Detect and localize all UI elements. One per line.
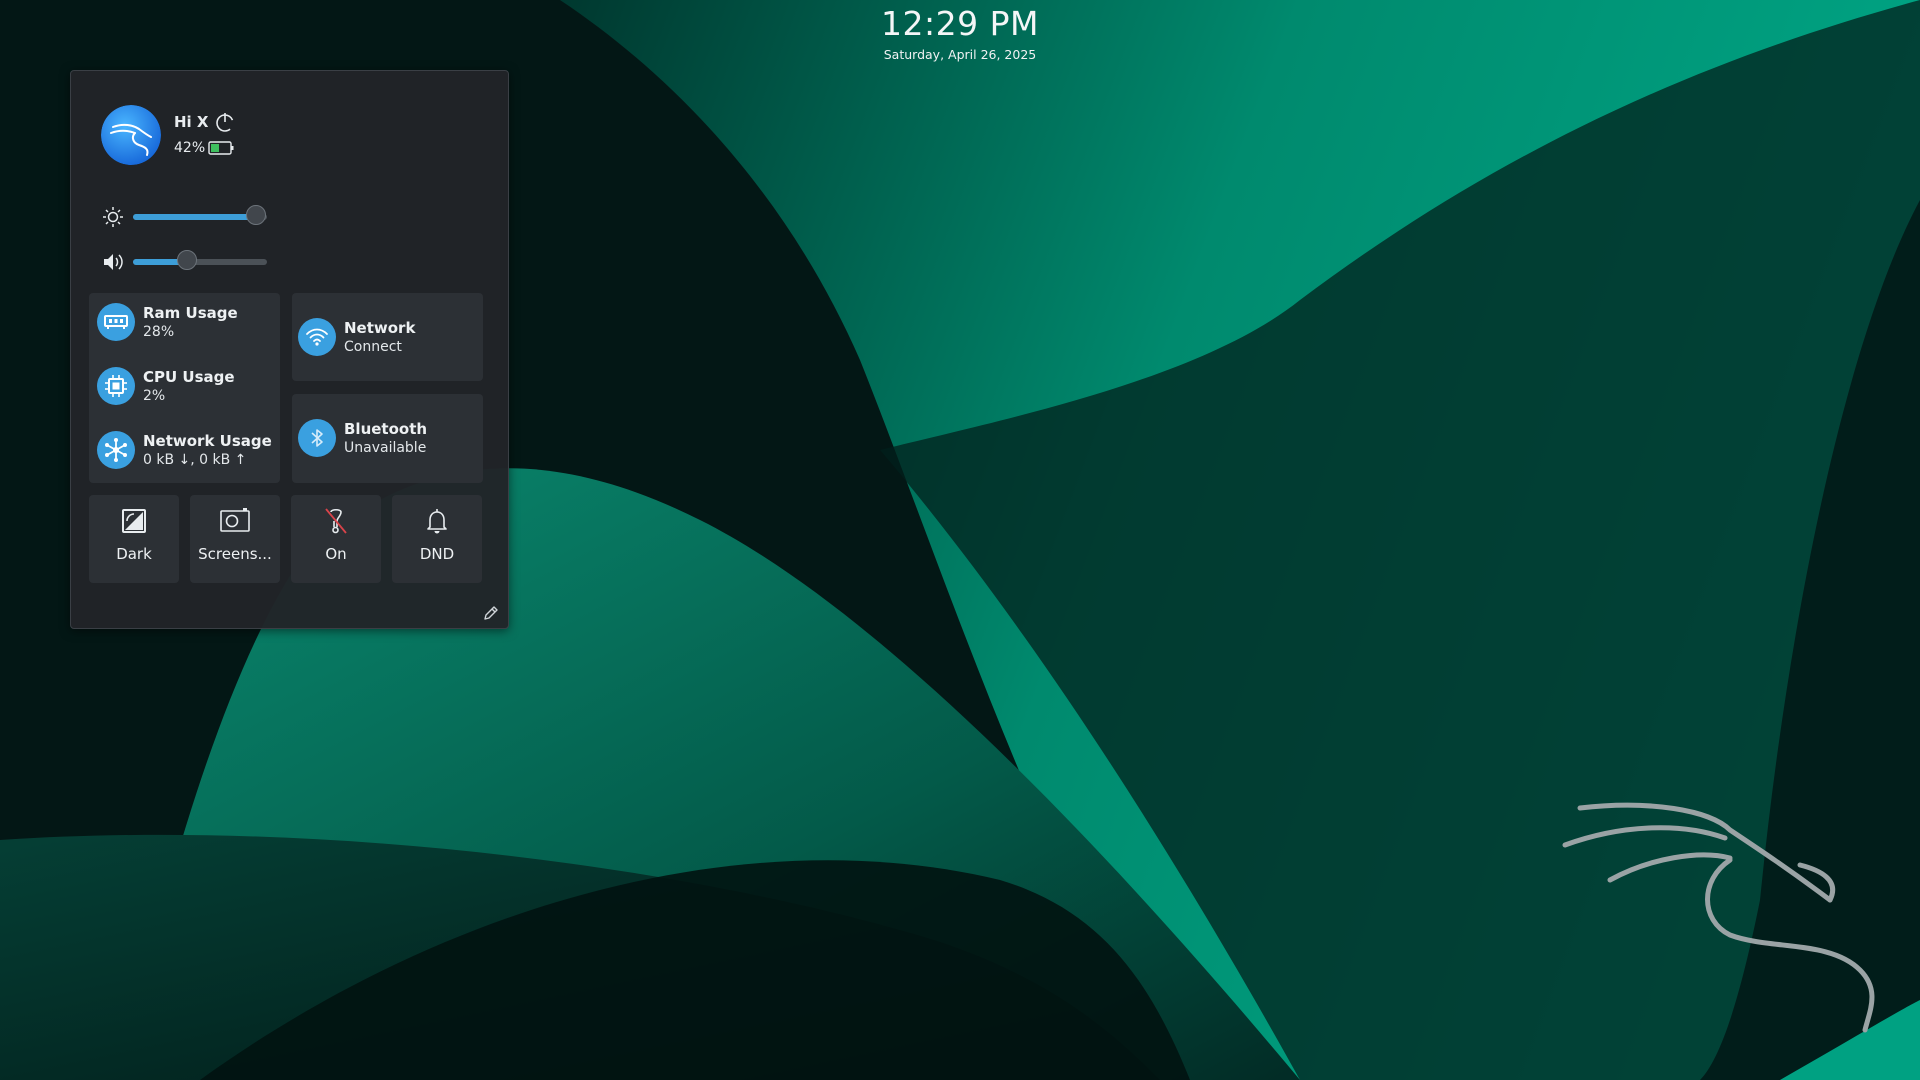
bell-icon: [427, 509, 447, 534]
dark-mode-toggle[interactable]: Dark: [89, 495, 179, 583]
user-greeting: Hi X: [174, 113, 209, 131]
volume-slider-handle[interactable]: [176, 250, 197, 270]
dnd-toggle[interactable]: DND: [392, 495, 482, 583]
avatar[interactable]: [101, 105, 161, 165]
user-section: Hi X 42%: [101, 105, 236, 165]
clock-date: Saturday, April 26, 2025: [883, 47, 1037, 62]
edit-pencil-icon[interactable]: [482, 604, 500, 622]
brightness-slider[interactable]: [133, 205, 267, 225]
screenshot-label: Screens...: [198, 545, 272, 563]
dark-mode-icon: [122, 509, 146, 533]
ram-icon: [97, 303, 135, 341]
volume-slider-row: [101, 250, 267, 274]
desktop-clock: 12:29 PM Saturday, April 26, 2025: [0, 0, 1920, 62]
ram-usage-item[interactable]: Ram Usage 28%: [97, 303, 238, 341]
ram-usage-title: Ram Usage: [143, 304, 238, 322]
screenshot-toggle[interactable]: Screens...: [190, 495, 280, 583]
cpu-usage-title: CPU Usage: [143, 368, 235, 386]
battery-icon: [208, 141, 234, 155]
cpu-icon: [97, 367, 135, 405]
quick-settings-panel: Hi X 42% Ram Usage 28% CPU Usage 2% Netw…: [70, 70, 509, 629]
network-usage-icon: [97, 431, 135, 469]
brightness-slider-handle[interactable]: [246, 205, 267, 225]
network-status: Connect: [344, 339, 402, 355]
volume-slider[interactable]: [133, 250, 267, 270]
bluetooth-status: Unavailable: [344, 440, 427, 456]
brightness-slider-fill: [133, 214, 257, 220]
screenshot-icon: [220, 508, 250, 532]
ram-usage-value: 28%: [143, 324, 175, 340]
clock-time: 12:29 PM: [881, 4, 1039, 43]
wifi-icon: [298, 318, 336, 356]
system-monitor-tile: Ram Usage 28% CPU Usage 2% Network Usage…: [89, 293, 280, 483]
bluetooth-icon: [298, 419, 336, 457]
dark-mode-label: Dark: [116, 545, 152, 563]
network-usage-title: Network Usage: [143, 432, 272, 450]
brightness-slider-row: [101, 205, 267, 229]
inhibit-sleep-toggle[interactable]: On: [291, 495, 381, 583]
brightness-icon: [103, 207, 123, 227]
network-usage-item[interactable]: Network Usage 0 kB ↓, 0 kB ↑: [97, 431, 272, 469]
inhibit-sleep-label: On: [325, 545, 347, 563]
volume-icon: [104, 254, 123, 270]
bluetooth-tile[interactable]: Bluetooth Unavailable: [292, 394, 483, 483]
dnd-label: DND: [419, 545, 455, 563]
network-title: Network: [344, 319, 416, 337]
cpu-usage-value: 2%: [143, 388, 166, 404]
battery-percent: 42%: [174, 140, 206, 156]
bluetooth-title: Bluetooth: [344, 420, 428, 438]
power-icon[interactable]: [214, 111, 236, 133]
network-usage-value: 0 kB ↓, 0 kB ↑: [143, 452, 247, 468]
network-tile[interactable]: Network Connect: [292, 293, 483, 381]
coffee-off-icon: [325, 508, 347, 534]
cpu-usage-item[interactable]: CPU Usage 2%: [97, 367, 235, 405]
